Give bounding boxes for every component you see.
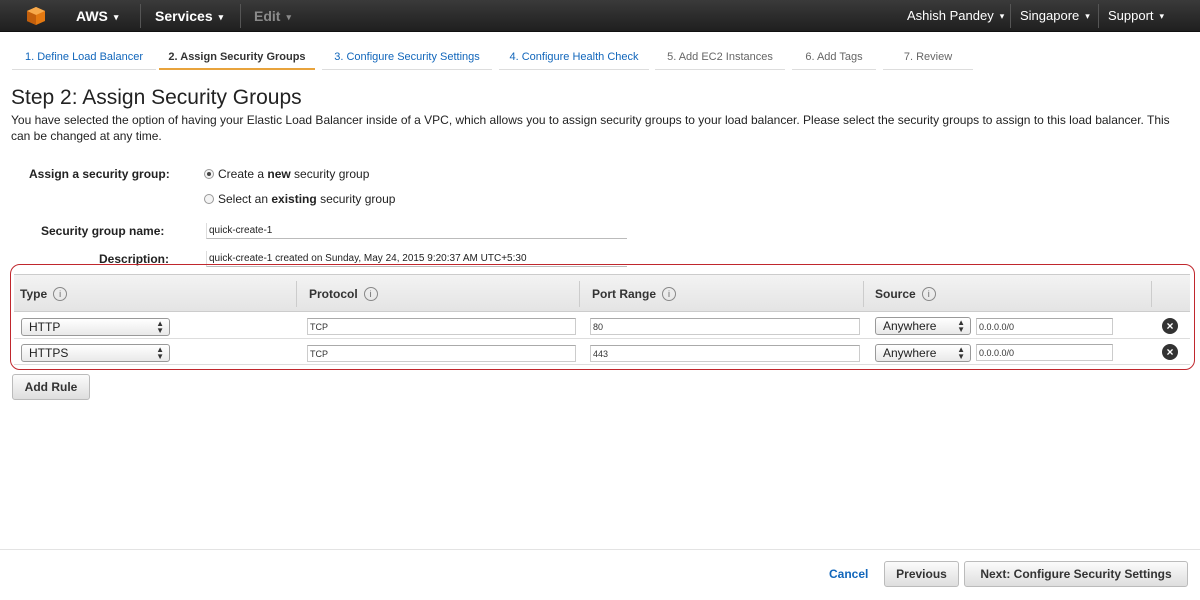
source-header-label: Source [875, 287, 916, 301]
port-range-input[interactable] [590, 318, 860, 335]
info-icon[interactable]: i [363, 287, 378, 301]
user-menu[interactable]: Ashish Pandey ▾ [907, 0, 1004, 32]
select-arrows-icon: ▲ ▼ [156, 319, 164, 335]
security-group-name-input[interactable] [206, 223, 627, 239]
chevron-down-icon: ▾ [286, 12, 291, 22]
source-cidr-input[interactable] [976, 344, 1113, 361]
option-existing-suffix: security group [316, 192, 396, 206]
info-icon[interactable]: i [921, 287, 936, 301]
option-existing-bold: existing [271, 192, 317, 206]
tab-add-ec2-instances[interactable]: 5. Add EC2 Instances [655, 44, 785, 70]
next-configure-security-settings-button[interactable]: Next: Configure Security Settings [964, 561, 1188, 587]
footer-divider [0, 549, 1200, 550]
services-menu[interactable]: Services ▾ [155, 0, 223, 32]
select-arrows-icon: ▲ ▼ [156, 345, 164, 361]
type-select-value: HTTP [29, 320, 61, 334]
support-label: Support [1108, 8, 1154, 23]
source-column-header: Source i [869, 275, 936, 313]
page-intro: You have selected the option of having y… [11, 113, 1170, 143]
nav-divider [240, 4, 241, 28]
chevron-down-icon: ▾ [218, 12, 224, 22]
rules-table-header: Type i Protocol i Port Range i Source i [14, 274, 1190, 312]
column-divider [863, 281, 864, 307]
tab-configure-health-check[interactable]: 4. Configure Health Check [499, 44, 649, 70]
assign-security-group-label: Assign a security group: [29, 167, 170, 181]
remove-rule-icon[interactable]: × [1162, 318, 1178, 334]
option-new-bold: new [267, 167, 291, 181]
security-group-name-label: Security group name: [41, 224, 165, 238]
source-cidr-input[interactable] [976, 318, 1113, 335]
port-range-column-header: Port Range i [586, 275, 677, 313]
column-divider [1151, 281, 1152, 307]
region-menu[interactable]: Singapore ▾ [1020, 0, 1090, 32]
tab-add-tags[interactable]: 6. Add Tags [792, 44, 876, 70]
tab-review[interactable]: 7. Review [883, 44, 973, 70]
aws-menu[interactable]: AWS ▾ [76, 0, 118, 32]
select-arrows-icon: ▲ ▼ [957, 345, 965, 361]
source-select-value: Anywhere [883, 319, 937, 333]
column-divider [296, 281, 297, 307]
tab-define-load-balancer[interactable]: 1. Define Load Balancer [12, 44, 156, 70]
add-rule-button[interactable]: Add Rule [12, 374, 90, 400]
table-row: HTTPS ▲▼ Anywhere ▲▼ × [14, 339, 1190, 365]
chevron-down-icon: ▾ [113, 12, 119, 22]
source-select-value: Anywhere [883, 346, 937, 360]
source-select[interactable]: Anywhere ▲ ▼ [875, 317, 971, 335]
select-existing-group-option[interactable]: Select an existing security group [204, 192, 395, 206]
option-new-prefix: Create a [218, 167, 268, 181]
edit-menu[interactable]: Edit ▾ [254, 0, 291, 32]
aws-cube-logo-icon[interactable] [26, 6, 46, 26]
radio-select-existing[interactable] [204, 194, 214, 204]
create-new-group-option[interactable]: Create a new security group [204, 167, 369, 181]
chevron-down-icon: ▾ [1159, 11, 1165, 21]
remove-rule-icon[interactable]: × [1162, 344, 1178, 360]
type-column-header: Type i [14, 275, 68, 313]
type-select[interactable]: HTTP ▲ ▼ [21, 318, 170, 336]
user-name: Ashish Pandey [907, 8, 994, 23]
edit-menu-label: Edit [254, 8, 281, 24]
chevron-down-icon: ▾ [999, 11, 1005, 21]
top-navigation-bar: AWS ▾ Services ▾ Edit ▾ Ashish Pandey ▾ Sing… [0, 0, 1200, 32]
protocol-field [307, 345, 576, 362]
cancel-button[interactable]: Cancel [829, 567, 868, 581]
protocol-header-label: Protocol [309, 287, 358, 301]
chevron-down-icon: ▾ [1085, 11, 1090, 21]
port-range-header-label: Port Range [592, 287, 657, 301]
services-menu-label: Services [155, 8, 213, 24]
source-select[interactable]: Anywhere ▲ ▼ [875, 344, 971, 362]
port-range-input[interactable] [590, 345, 860, 362]
option-existing-prefix: Select an [218, 192, 272, 206]
info-icon[interactable]: i [53, 287, 68, 301]
radio-create-new[interactable] [204, 169, 214, 179]
previous-button[interactable]: Previous [884, 561, 959, 587]
type-header-label: Type [20, 287, 48, 301]
nav-divider [1010, 4, 1011, 28]
support-menu[interactable]: Support ▾ [1108, 0, 1164, 32]
region-name: Singapore [1020, 8, 1080, 23]
type-select-value: HTTPS [29, 346, 69, 360]
protocol-column-header: Protocol i [303, 275, 378, 313]
page-title: Step 2: Assign Security Groups [11, 86, 302, 109]
table-row: HTTP ▲▼ Anywhere ▲▼ × [14, 313, 1190, 339]
select-arrows-icon: ▲ ▼ [957, 318, 965, 334]
tab-assign-security-groups[interactable]: 2. Assign Security Groups [159, 44, 315, 70]
type-select[interactable]: HTTPS ▲ ▼ [21, 344, 170, 362]
tab-configure-security-settings[interactable]: 3. Configure Security Settings [322, 44, 492, 70]
column-divider [579, 281, 580, 307]
aws-menu-label: AWS [76, 8, 108, 24]
info-icon[interactable]: i [662, 287, 677, 301]
protocol-field [307, 318, 576, 335]
nav-divider [1098, 4, 1099, 28]
option-new-suffix: security group [290, 167, 370, 181]
nav-divider [140, 4, 141, 28]
